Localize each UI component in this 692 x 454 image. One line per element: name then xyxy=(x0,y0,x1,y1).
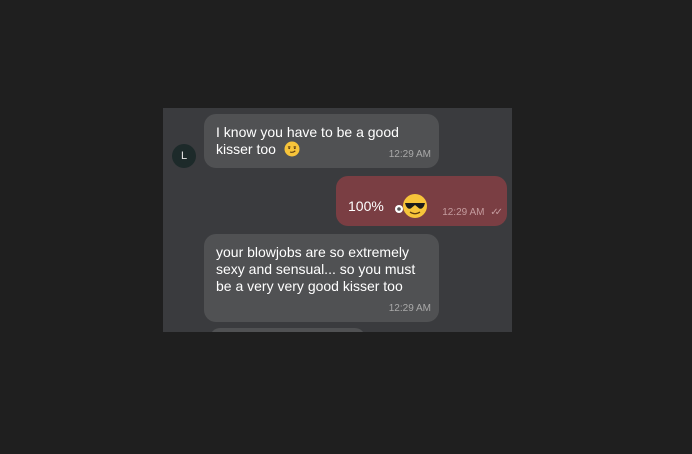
double-check-icon: ✓✓ xyxy=(490,207,503,218)
message-text-content: 100% xyxy=(348,198,384,214)
incoming-message[interactable]: your blowjobs are so extremely sexy and … xyxy=(204,234,439,322)
message-time-and-receipt: 12:29 AM ✓✓ xyxy=(442,207,503,219)
avatar[interactable]: L xyxy=(172,144,196,168)
message-text: your blowjobs are so extremely sexy and … xyxy=(216,244,416,294)
sunglasses-face-icon xyxy=(394,193,428,223)
incoming-message[interactable]: I know you have to be a good kisser too … xyxy=(204,114,439,168)
smirking-face-icon xyxy=(284,141,300,161)
partial-message xyxy=(210,328,365,332)
avatar-initial: L xyxy=(180,150,188,162)
message-time: 12:29 AM xyxy=(442,207,485,218)
outgoing-message[interactable]: 100% 12:29 AM ✓✓ xyxy=(336,176,507,226)
chat-panel: L I know you have to be a good kisser to… xyxy=(163,108,512,332)
message-text: 100% xyxy=(348,193,428,223)
message-time: 12:29 AM xyxy=(388,303,431,314)
message-time: 12:29 AM xyxy=(388,149,431,160)
message-text-content: I know you have to be a good kisser too xyxy=(216,124,399,157)
